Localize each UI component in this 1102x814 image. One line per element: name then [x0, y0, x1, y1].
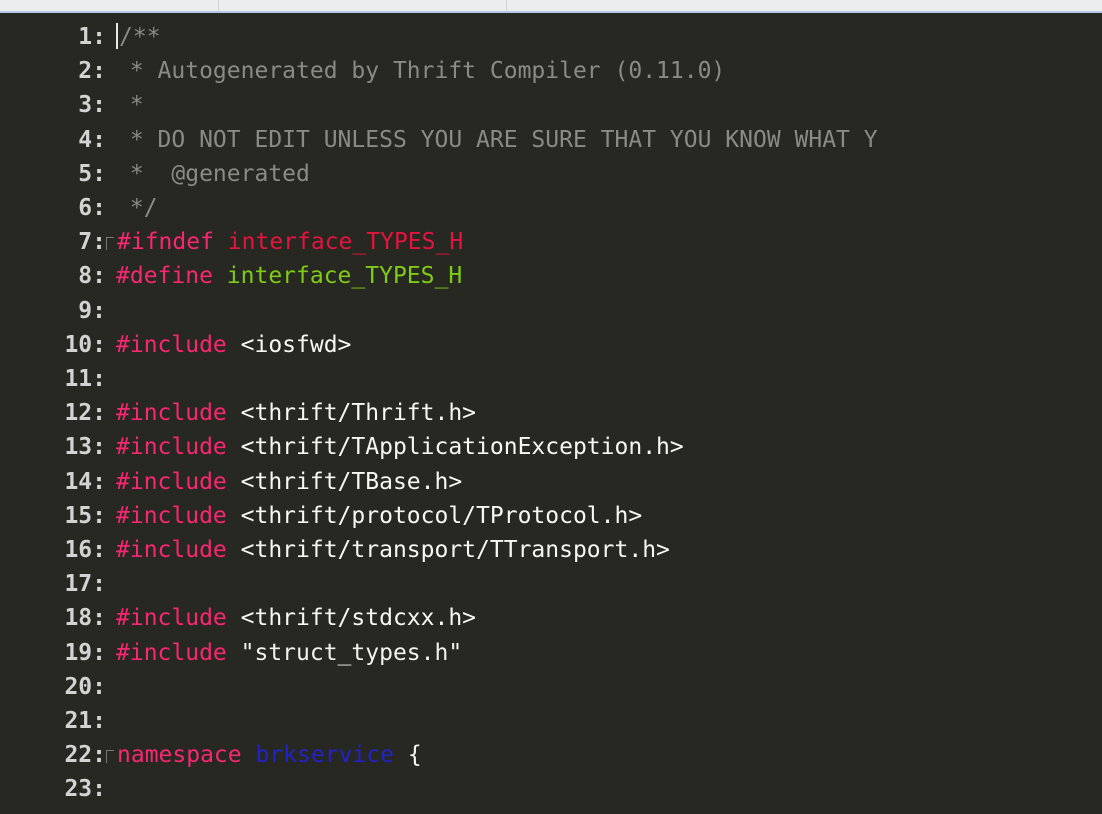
code-line[interactable]: 7: #ifndef interface_TYPES_H: [0, 225, 463, 259]
code-line[interactable]: 15: #include <thrift/protocol/TProtocol.h…: [0, 499, 642, 533]
code-line[interactable]: 3: *: [0, 88, 144, 122]
code-token: interface_TYPES_H: [226, 263, 463, 290]
code-line[interactable]: 14: #include <thrift/TBase.h>: [0, 465, 462, 499]
code-token: * @generated: [116, 160, 310, 187]
code-token: * DO NOT EDIT UNLESS YOU ARE SURE THAT Y…: [116, 126, 878, 153]
code-token: <thrift/Thrift.h>: [240, 400, 477, 427]
code-line[interactable]: 12: #include <thrift/Thrift.h>: [0, 396, 476, 430]
line-number: 23:: [64, 776, 106, 803]
line-number: 17:: [64, 571, 106, 598]
code-token: #include: [116, 400, 241, 427]
code-line[interactable]: 4: * DO NOT EDIT UNLESS YOU ARE SURE THA…: [0, 123, 878, 157]
code-line[interactable]: 16: #include <thrift/transport/TTransport…: [0, 533, 670, 567]
line-number: 8:: [78, 263, 106, 290]
code-token: #include: [116, 502, 241, 529]
code-line[interactable]: 8: #define interface_TYPES_H: [0, 259, 462, 293]
tab-bar: [0, 0, 1102, 13]
code-token: <iosfwd>: [240, 331, 352, 358]
line-number: 5:: [78, 160, 106, 187]
line-number: 15:: [64, 502, 106, 529]
code-line[interactable]: 6: */: [0, 191, 158, 225]
code-line[interactable]: 9:: [0, 294, 116, 328]
line-number: 1:: [78, 24, 106, 50]
code-line[interactable]: 23:: [0, 772, 116, 806]
code-token: brkservice: [255, 742, 394, 769]
line-number: 2:: [78, 58, 106, 85]
line-number: 3:: [78, 92, 106, 119]
code-token: *: [116, 92, 144, 119]
code-line[interactable]: 1: /**: [0, 20, 161, 54]
code-token: #include: [116, 434, 241, 461]
code-token: #define: [116, 263, 227, 290]
line-number: 13:: [64, 434, 106, 461]
line-number: 14:: [64, 468, 106, 495]
code-line[interactable]: 19: #include "struct_types.h": [0, 636, 462, 670]
line-number: 21:: [64, 708, 106, 734]
code-token: #include: [116, 605, 241, 632]
code-token: {: [393, 742, 422, 769]
code-line[interactable]: 5: * @generated: [0, 157, 310, 191]
code-line[interactable]: 18: #include <thrift/stdcxx.h>: [0, 601, 476, 635]
code-line[interactable]: 21:: [0, 704, 116, 738]
tab-divider: [218, 0, 219, 11]
line-number: 6:: [78, 195, 106, 221]
line-number: 11:: [64, 366, 106, 392]
line-number: 22:: [64, 742, 106, 769]
code-token: <thrift/TBase.h>: [240, 468, 463, 495]
line-number: 18:: [64, 605, 106, 632]
code-line[interactable]: 20:: [0, 670, 116, 704]
code-token: interface_TYPES_H: [227, 229, 464, 256]
line-number: 9:: [78, 297, 106, 324]
code-token: #include: [116, 331, 241, 358]
code-token: /**: [119, 24, 161, 50]
line-number: 10:: [64, 331, 106, 358]
code-token: "struct_types.h": [240, 639, 463, 666]
code-token: <thrift/TApplicationException.h>: [240, 434, 684, 461]
code-token: * Autogenerated by Thrift Compiler (0.11…: [116, 58, 726, 85]
line-number: 7:: [78, 229, 106, 256]
fold-marker-icon[interactable]: [106, 237, 114, 251]
code-token: #include: [116, 537, 241, 563]
text-cursor: [116, 23, 118, 49]
code-line[interactable]: 22: namespace brkservice {: [0, 738, 422, 772]
code-line[interactable]: 13: #include <thrift/TApplicationExceptio…: [0, 430, 684, 464]
code-token: namespace: [117, 742, 256, 769]
code-token: */: [116, 195, 158, 221]
code-line[interactable]: 10: #include <iosfwd>: [0, 328, 351, 362]
code-token: <thrift/transport/TTransport.h>: [240, 537, 670, 563]
line-number: 20:: [64, 673, 106, 700]
code-editor[interactable]: 1: /** 2: * Autogenerated by Thrift Compil…: [0, 13, 1102, 814]
code-line[interactable]: 2: * Autogenerated by Thrift Compiler (0…: [0, 54, 725, 88]
code-token: <thrift/protocol/TProtocol.h>: [240, 502, 643, 529]
line-number: 19:: [64, 639, 106, 666]
line-number: 12:: [64, 400, 106, 427]
line-number: 4:: [78, 126, 106, 153]
code-token: <thrift/stdcxx.h>: [240, 605, 477, 632]
fold-marker-icon[interactable]: [106, 750, 114, 764]
code-line[interactable]: 17:: [0, 567, 116, 601]
line-number: 16:: [64, 537, 106, 563]
code-token: #ifndef: [117, 229, 228, 256]
code-line[interactable]: 11:: [0, 362, 116, 396]
tab-divider: [506, 0, 507, 11]
code-token: #include: [116, 468, 241, 495]
code-token: #include: [116, 639, 241, 666]
